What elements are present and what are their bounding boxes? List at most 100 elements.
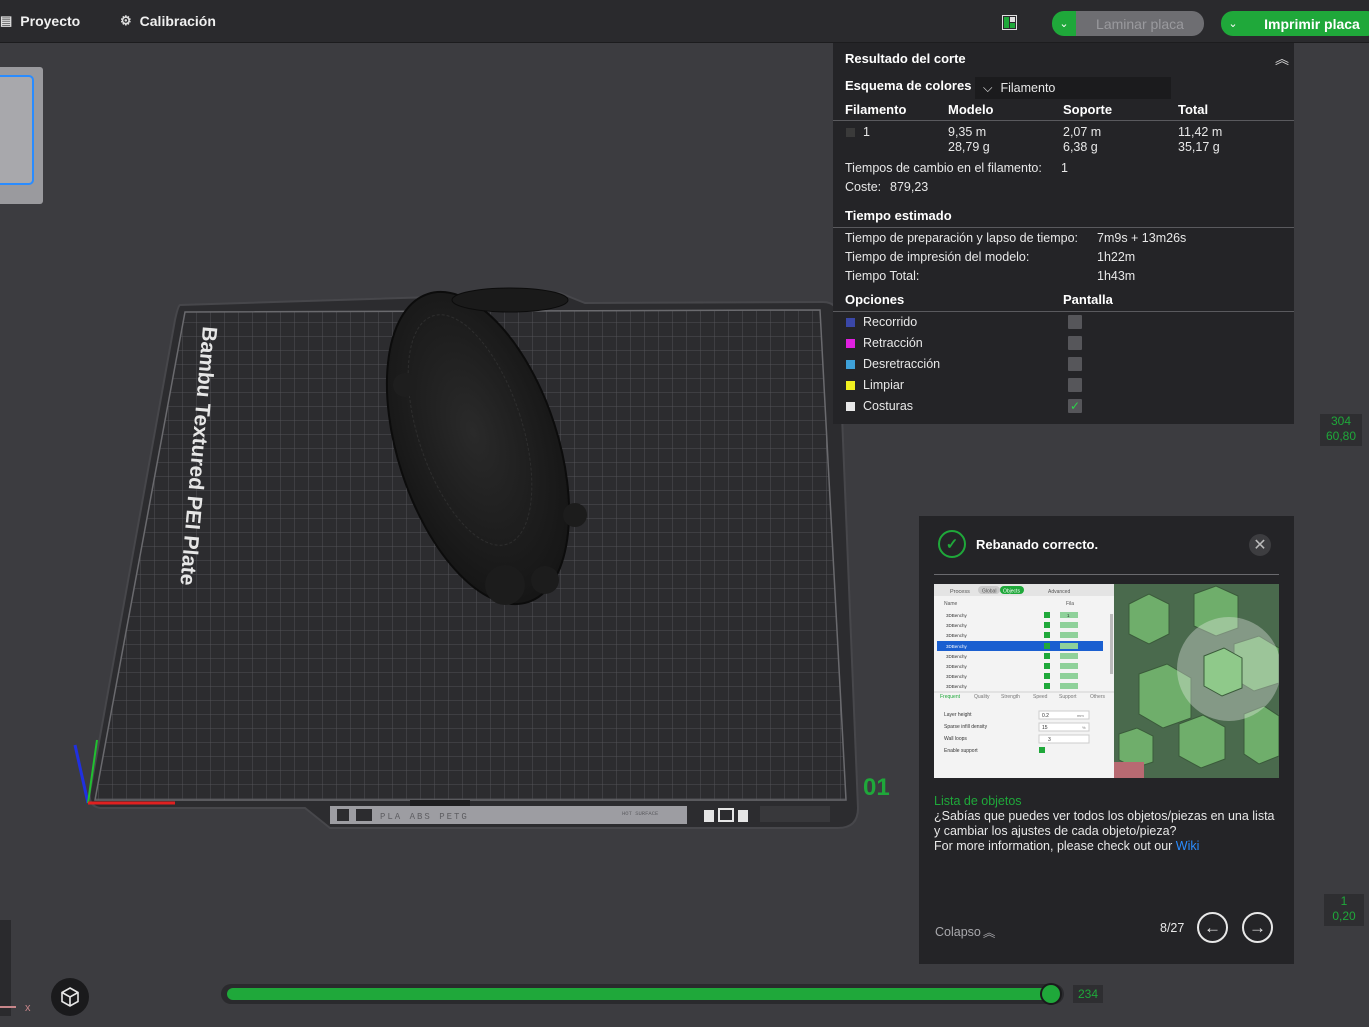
color-scheme-value: Filamento bbox=[1000, 81, 1056, 95]
thumb-item-5: 3DBenchy bbox=[946, 654, 968, 659]
thumb-setting-infill-unit: % bbox=[1082, 725, 1086, 730]
file-icon: ▤ bbox=[0, 13, 13, 28]
model-time-value: 1h22m bbox=[1097, 250, 1136, 264]
thumb-item-6: 3DBenchy bbox=[946, 664, 968, 669]
gear-icon: ⚙ bbox=[120, 13, 132, 28]
wiki-link[interactable]: Wiki bbox=[1176, 839, 1200, 853]
tip-page-counter: 8/27 bbox=[1160, 921, 1185, 935]
col-filament: Filamento bbox=[845, 102, 907, 117]
support-length: 2,07 m bbox=[1063, 125, 1102, 139]
retraction-color-swatch bbox=[846, 339, 855, 348]
seams-color-swatch bbox=[846, 402, 855, 411]
travel-display-checkbox[interactable] bbox=[1068, 315, 1082, 329]
print-dropdown-chevron-icon[interactable]: ⌄ bbox=[1221, 11, 1245, 36]
thumb-setting-walls-value: 3 bbox=[1048, 737, 1051, 743]
layer-top-height: 60,80 bbox=[1325, 429, 1357, 443]
plate-strip-text-hot: HOT SURFACE bbox=[622, 810, 659, 817]
thumb-settings-speed: Speed bbox=[1033, 694, 1048, 700]
tab-project[interactable]: ▤ Proyecto bbox=[0, 0, 80, 42]
thumb-setting-layer-height: Layer height bbox=[944, 712, 972, 718]
option-label: Desretracción bbox=[863, 357, 941, 371]
thumb-settings-frequent: Frequent bbox=[940, 694, 961, 700]
seams-display-checkbox[interactable]: ✓ bbox=[1068, 399, 1082, 413]
top-bar: ▤ Proyecto ⚙ Calibración ⌄ Laminar placa… bbox=[0, 0, 1369, 43]
thumb-settings-others: Others bbox=[1090, 694, 1106, 700]
thumb-setting-layer-height-value: 0.2 bbox=[1042, 713, 1049, 719]
left-side-tab[interactable] bbox=[0, 920, 11, 1016]
thumb-tab-process: Process bbox=[950, 589, 970, 595]
view-cube-button[interactable] bbox=[51, 978, 89, 1016]
close-icon[interactable]: ✕ bbox=[1249, 534, 1271, 556]
arrow-right-icon: → bbox=[1249, 917, 1266, 937]
thumb-item-1: 3DBenchy bbox=[946, 613, 968, 618]
layer-bottom-readout[interactable]: 1 0,20 bbox=[1324, 894, 1364, 926]
collapse-button[interactable]: Colapso ︽ bbox=[935, 922, 995, 941]
slice-result-panel: Resultado del corte ︽ Esquema de colores… bbox=[833, 43, 1294, 424]
thumb-settings-quality: Quality bbox=[974, 694, 990, 700]
option-label: Retracción bbox=[863, 336, 923, 350]
move-slider-handle[interactable] bbox=[1040, 983, 1062, 1005]
layer-top-readout[interactable]: 304 60,80 bbox=[1320, 414, 1362, 446]
tab-calibration[interactable]: ⚙ Calibración bbox=[120, 0, 216, 42]
move-slider[interactable] bbox=[221, 983, 1064, 1005]
slice-plate-label: Laminar placa bbox=[1076, 11, 1204, 36]
prep-time-label: Tiempo de preparación y lapso de tiempo: bbox=[845, 231, 1079, 245]
thumb-col-fila: Fila bbox=[1066, 601, 1074, 607]
collapse-label: Colapso bbox=[935, 924, 981, 939]
model-length: 9,35 m bbox=[948, 125, 987, 139]
next-tip-button[interactable]: → bbox=[1242, 912, 1273, 943]
thumb-setting-walls: Wall loops bbox=[944, 736, 967, 742]
success-check-icon: ✓ bbox=[938, 530, 966, 558]
cost-label: Coste: bbox=[845, 180, 882, 194]
object-list-link[interactable]: Lista de objetos bbox=[934, 794, 1279, 809]
collapse-chevron-icon[interactable]: ︽ bbox=[1275, 49, 1289, 69]
filament-changes-value: 1 bbox=[1061, 161, 1068, 175]
thumb-setting-layer-height-unit: mm bbox=[1077, 713, 1084, 718]
thumb-settings-support: Support bbox=[1059, 694, 1077, 700]
thumb-setting-infill: Sparse infill density bbox=[944, 724, 988, 730]
retraction-display-checkbox[interactable] bbox=[1068, 336, 1082, 350]
layer-bottom-value: 1 bbox=[1340, 894, 1348, 908]
thumb-setting-infill-value: 15 bbox=[1042, 725, 1048, 731]
thumb-item-3: 3DBenchy bbox=[946, 633, 968, 638]
total-time-label: Tiempo Total: bbox=[845, 269, 920, 283]
thumb-tab-objects: Objects bbox=[1003, 589, 1020, 595]
total-time-value: 1h43m bbox=[1097, 269, 1136, 283]
slice-plate-button[interactable]: ⌄ Laminar placa bbox=[1052, 11, 1204, 36]
notification-body: ¿Sabías que puedes ver todos los objetos… bbox=[934, 809, 1275, 838]
print-plate-label: Imprimir placa bbox=[1245, 11, 1369, 36]
chevron-up-icon: ︽ bbox=[982, 926, 996, 940]
deretraction-color-swatch bbox=[846, 360, 855, 369]
deretraction-display-checkbox[interactable] bbox=[1068, 357, 1082, 371]
filament-color-swatch bbox=[846, 128, 855, 137]
tip-image: Process Global Objects Advanced Name Fil… bbox=[934, 584, 1279, 778]
color-scheme-select[interactable]: ⌵ Filamento bbox=[975, 77, 1171, 99]
plate-thumbnail[interactable] bbox=[0, 67, 43, 204]
col-support: Soporte bbox=[1063, 102, 1113, 117]
more-info-line: For more information, please check out o… bbox=[934, 839, 1279, 854]
arrow-left-icon: ← bbox=[1204, 917, 1221, 937]
estimated-time-title: Tiempo estimado bbox=[845, 208, 952, 223]
layer-bottom-height: 0,20 bbox=[1332, 909, 1356, 923]
option-label: Costuras bbox=[863, 399, 914, 413]
print-plate-button[interactable]: ⌄ Imprimir placa bbox=[1221, 11, 1369, 36]
layer-top-value: 304 bbox=[1330, 414, 1352, 428]
axis-x-label: x bbox=[25, 1002, 31, 1014]
wipe-display-checkbox[interactable] bbox=[1068, 378, 1082, 392]
previous-tip-button[interactable]: ← bbox=[1197, 912, 1228, 943]
thumb-tab-global: Global bbox=[982, 589, 996, 595]
travel-color-swatch bbox=[846, 318, 855, 327]
total-length: 11,42 m bbox=[1178, 125, 1223, 139]
filament-changes-label: Tiempos de cambio en el filamento: bbox=[845, 161, 1042, 175]
model-weight: 28,79 g bbox=[948, 140, 990, 154]
slice-dropdown-chevron-icon[interactable]: ⌄ bbox=[1052, 11, 1076, 36]
chevron-down-icon: ⌵ bbox=[983, 80, 993, 95]
prep-time-value: 7m9s + 13m26s bbox=[1097, 231, 1187, 245]
thumb-item-4: 3DBenchy bbox=[946, 644, 968, 649]
slice-notification: ✓ Rebanado correcto. ✕ Process Global Ob… bbox=[919, 516, 1294, 964]
cube-icon bbox=[61, 987, 79, 1007]
notification-text: Lista de objetos ¿Sabías que puedes ver … bbox=[934, 794, 1279, 854]
wipe-color-swatch bbox=[846, 381, 855, 390]
thumb-settings-strength: Strength bbox=[1001, 694, 1020, 700]
layout-icon[interactable] bbox=[1002, 15, 1017, 30]
